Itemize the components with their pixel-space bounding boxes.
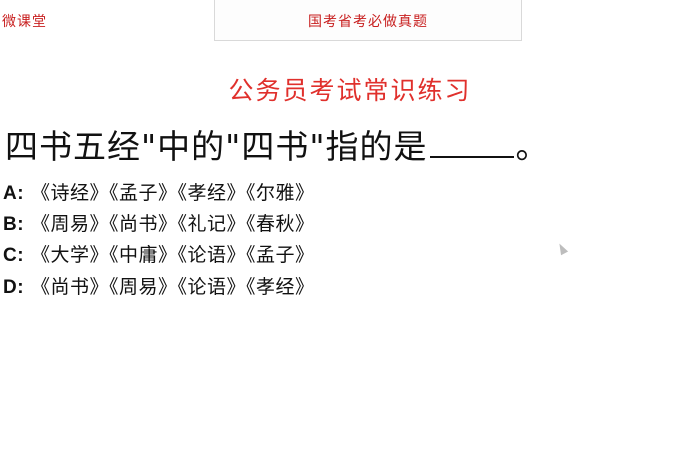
brand-label: 微课堂 [2, 14, 47, 30]
slide: 微课堂 国考省考必做真题 公务员考试常识练习 四书五经"中的"四书"指的是 。 A… [0, 0, 700, 470]
question-text: 四书五经"中的"四书"指的是 。 [5, 120, 550, 168]
option-a[interactable]: A: 《诗经》《孟子》《孝经》《尔雅》 [3, 178, 315, 205]
question-stem: 四书五经"中的"四书"指的是 [5, 127, 428, 166]
option-text: 《尚书》《周易》《论语》《孝经》 [31, 276, 315, 298]
option-b[interactable]: B: 《周易》《尚书》《礼记》《春秋》 [3, 209, 315, 236]
question-end-mark: 。 [515, 127, 550, 166]
mouse-pointer-icon [555, 241, 569, 256]
option-d[interactable]: D: 《尚书》《周易》《论语》《孝经》 [3, 272, 315, 299]
option-letter: C: [3, 245, 25, 266]
option-text: 《周易》《尚书》《礼记》《春秋》 [31, 213, 315, 235]
banner-text: 国考省考必做真题 [308, 14, 428, 30]
answer-blank [429, 128, 514, 158]
page-title: 公务员考试常识练习 [228, 76, 472, 105]
header-banner: 国考省考必做真题 [214, 0, 522, 41]
option-letter: B: [3, 214, 25, 235]
option-text: 《诗经》《孟子》《孝经》《尔雅》 [31, 182, 315, 204]
option-letter: D: [3, 277, 25, 298]
option-c[interactable]: C: 《大学》《中庸》《论语》《孟子》 [3, 240, 315, 267]
option-letter: A: [3, 183, 25, 204]
option-text: 《大学》《中庸》《论语》《孟子》 [31, 244, 315, 266]
